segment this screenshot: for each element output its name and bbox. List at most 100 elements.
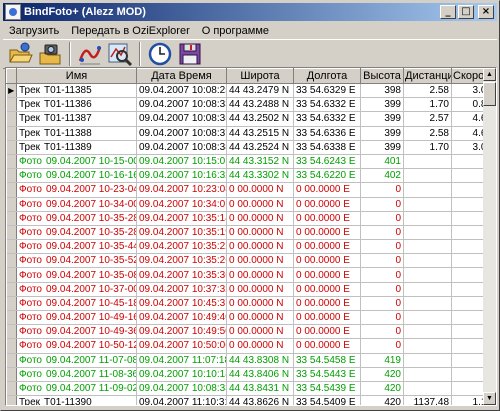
scroll-up-arrow-icon[interactable]: ▲: [483, 68, 496, 81]
table-row[interactable]: Фото 09.04.2007 11-09-02 09.04.2007 10:08:…: [6, 381, 495, 397]
cell-altitude: 399: [360, 140, 404, 155]
search-map-icon[interactable]: [107, 41, 133, 67]
row-indicator[interactable]: [6, 182, 17, 198]
table-row[interactable]: Фото 09.04.2007 10-50-12 09.04.2007 10:50:…: [6, 338, 495, 354]
cell-altitude: 0: [360, 211, 404, 226]
table-row[interactable]: Трек T01-11386 09.04.2007 10:08:33 44 43.24…: [6, 97, 495, 113]
row-indicator[interactable]: [6, 168, 17, 184]
table-row[interactable]: Трек T01-11390 09.04.2007 11:10:31 44 43.86…: [6, 395, 495, 405]
row-indicator[interactable]: [6, 140, 17, 155]
scrollbar-thumb[interactable]: [483, 82, 496, 106]
row-indicator[interactable]: [6, 367, 17, 382]
row-indicator[interactable]: [6, 324, 17, 340]
save-disk-icon[interactable]: [177, 41, 203, 67]
row-indicator[interactable]: [6, 267, 17, 283]
table-row[interactable]: Фото 09.04.2007 10-35-44 09.04.2007 10:35:…: [6, 239, 495, 255]
table-row[interactable]: Трек T01-11388 09.04.2007 10:08:37 44 43.25…: [6, 126, 495, 141]
cell-type: Фото: [19, 226, 42, 238]
row-indicator[interactable]: [6, 381, 17, 397]
row-indicator[interactable]: [6, 111, 17, 127]
open-folder-icon[interactable]: [7, 41, 33, 67]
cell-altitude: 419: [360, 353, 404, 368]
cell-type: Фото: [19, 383, 42, 395]
table-row[interactable]: ▶ Трек T01-11385 09.04.2007 10:08:25 44 43.2…: [6, 83, 495, 99]
column-header-name[interactable]: Имя: [16, 68, 137, 84]
cell-distance: [403, 381, 452, 397]
cell-name: Фото 09.04.2007 10-15-00: [16, 154, 137, 170]
cell-longitude: 0 00.0000 E: [293, 267, 361, 283]
table-row[interactable]: Фото 09.04.2007 10-16-16 09.04.2007 10:16:…: [6, 168, 495, 184]
table-row[interactable]: Трек T01-11387 09.04.2007 10:08:35 44 43.25…: [6, 111, 495, 127]
column-header-datetime[interactable]: Дата Время: [136, 68, 227, 84]
vertical-scrollbar[interactable]: ▲ ▼: [483, 68, 496, 405]
row-indicator[interactable]: [6, 310, 17, 326]
minimize-button[interactable]: _: [440, 5, 456, 19]
row-indicator[interactable]: [6, 338, 17, 354]
cell-latitude: 0 00.0000 N: [226, 197, 294, 212]
cell-latitude: 44 43.8626 N: [226, 395, 294, 405]
cell-latitude: 0 00.0000 N: [226, 296, 294, 312]
menu-send-ozi[interactable]: Передать в OziExplorer: [65, 25, 196, 37]
cell-type: Фото: [19, 269, 42, 281]
cell-type: Трек: [19, 113, 41, 125]
table-row[interactable]: Трек T01-11389 09.04.2007 10:08:38 44 43.25…: [6, 140, 495, 155]
cell-datetime: 09.04.2007 10:35:22: [136, 239, 227, 255]
column-header-distance[interactable]: Дистанция: [403, 68, 452, 84]
cell-altitude: 0: [360, 197, 404, 212]
menu-about[interactable]: О программе: [196, 25, 275, 37]
close-button[interactable]: ×: [478, 5, 494, 19]
cell-name-value: 09.04.2007 10-45-18: [45, 297, 137, 309]
cell-name-value: 09.04.2007 10-35-28: [45, 212, 137, 224]
column-header-latitude[interactable]: Широта: [226, 68, 294, 84]
row-indicator[interactable]: [6, 253, 17, 269]
cell-altitude: 0: [360, 296, 404, 312]
cell-longitude: 33 54.6329 E: [293, 83, 361, 99]
cell-datetime: 09.04.2007 10:08:37: [136, 126, 227, 141]
cell-altitude: 0: [360, 282, 404, 297]
row-indicator[interactable]: [6, 296, 17, 312]
row-indicator[interactable]: [6, 282, 17, 297]
table-row[interactable]: Фото 09.04.2007 10-37-00 09.04.2007 10:37:…: [6, 282, 495, 297]
table-row[interactable]: Фото 09.04.2007 10-23-04 09.04.2007 10:23:…: [6, 182, 495, 198]
maximize-button[interactable]: □: [458, 5, 474, 19]
cell-type: Фото: [19, 184, 42, 196]
row-indicator[interactable]: [6, 154, 17, 170]
table-row[interactable]: Фото 09.04.2007 10-49-36 09.04.2007 10:49:…: [6, 324, 495, 340]
table-row[interactable]: Фото 09.04.2007 10-45-18 09.04.2007 10:45:…: [6, 296, 495, 312]
camera-icon[interactable]: [37, 41, 63, 67]
cell-name: Фото 09.04.2007 10-45-18: [16, 296, 137, 312]
column-header-altitude[interactable]: Высота: [360, 68, 404, 84]
cell-latitude: 44 43.8308 N: [226, 353, 294, 368]
table-row[interactable]: Фото 09.04.2007 10-34-00 09.04.2007 10:34:…: [6, 197, 495, 212]
row-indicator[interactable]: [6, 211, 17, 226]
cell-altitude: 398: [360, 83, 404, 99]
row-indicator[interactable]: [6, 197, 17, 212]
cell-type: Фото: [19, 326, 42, 338]
row-indicator[interactable]: [6, 395, 17, 405]
row-indicator[interactable]: [6, 225, 17, 241]
cell-distance: [403, 154, 452, 170]
table-row[interactable]: Фото 09.04.2007 11-07-08 09.04.2007 11:07:…: [6, 353, 495, 368]
clock-icon[interactable]: [147, 41, 173, 67]
current-row-indicator-icon[interactable]: ▶: [6, 83, 17, 99]
track-route-icon[interactable]: [77, 41, 103, 67]
row-indicator[interactable]: [6, 97, 17, 113]
row-indicator[interactable]: [6, 239, 17, 255]
cell-latitude: 44 43.3302 N: [226, 168, 294, 184]
cell-name-value: T01-11387: [44, 113, 92, 125]
scroll-down-arrow-icon[interactable]: ▼: [483, 392, 496, 405]
cell-type: Трек: [19, 141, 41, 153]
title-bar[interactable]: BindFoto+ (Alezz MOD) _ □ ×: [3, 3, 497, 21]
table-row[interactable]: Фото 09.04.2007 10-35-08 09.04.2007 10:35:…: [6, 267, 495, 283]
table-row[interactable]: Фото 09.04.2007 10-35-52 09.04.2007 10:35:…: [6, 253, 495, 269]
row-indicator[interactable]: [6, 126, 17, 141]
menu-load[interactable]: Загрузить: [3, 25, 65, 37]
column-header-longitude[interactable]: Долгота: [293, 68, 361, 84]
table-row[interactable]: Фото 09.04.2007 10-15-00 09.04.2007 10:15:…: [6, 154, 495, 170]
row-indicator[interactable]: [6, 353, 17, 368]
table-row[interactable]: Фото 09.04.2007 10-35-28 09.04.2007 10:35:…: [6, 225, 495, 241]
cell-type: Фото: [19, 354, 42, 366]
table-row[interactable]: Фото 09.04.2007 10-35-28 09.04.2007 10:35:…: [6, 211, 495, 226]
table-row[interactable]: Фото 09.04.2007 11-08-36 09.04.2007 10:10:…: [6, 367, 495, 382]
table-row[interactable]: Фото 09.04.2007 10-49-16 09.04.2007 10:49:…: [6, 310, 495, 326]
